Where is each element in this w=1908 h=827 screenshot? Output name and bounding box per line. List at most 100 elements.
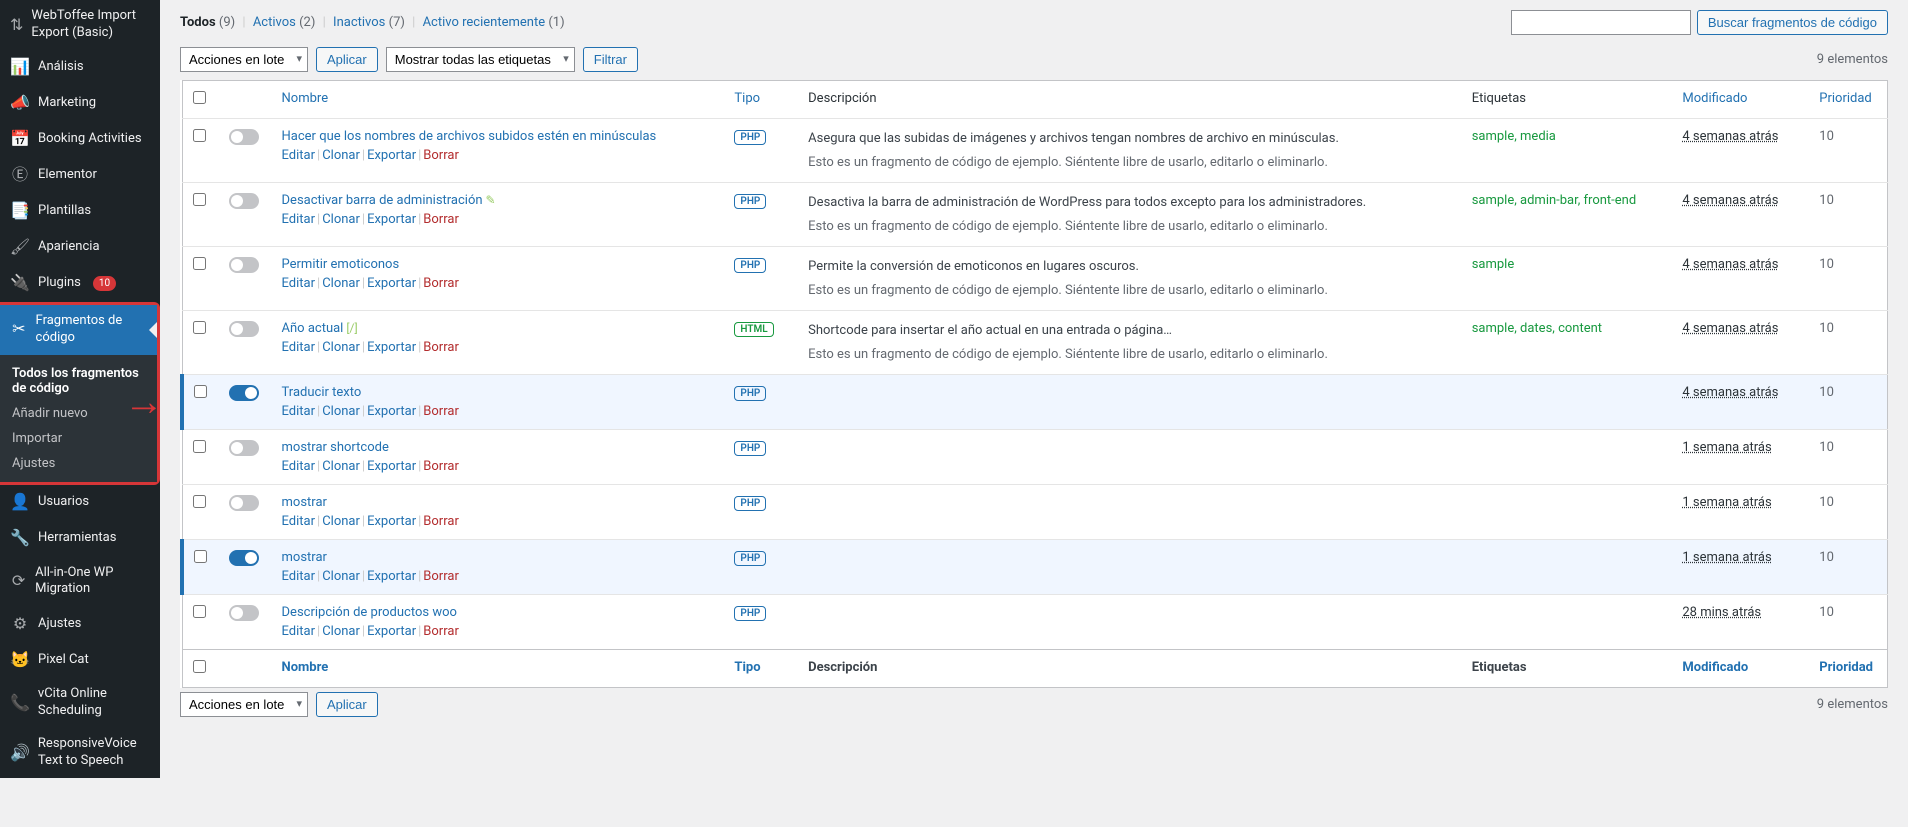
sidebar-item[interactable]: ⚙Ajustes	[0, 606, 160, 642]
filter-active[interactable]: Activos	[253, 15, 296, 30]
sidebar-item[interactable]: ✂Fragmentos de código	[0, 305, 157, 355]
filter-inactive[interactable]: Inactivos	[333, 15, 385, 30]
modified-date[interactable]: 1 semana atrás	[1682, 550, 1771, 565]
edit-link[interactable]: Editar	[282, 212, 316, 227]
sidebar-item[interactable]: 🔊ResponsiveVoice Text to Speech	[0, 728, 160, 778]
edit-link[interactable]: Editar	[282, 276, 316, 291]
edit-link[interactable]: Editar	[282, 459, 316, 474]
snippet-title-link[interactable]: Descripción de productos woo	[282, 605, 457, 620]
delete-link[interactable]: Borrar	[423, 276, 459, 291]
enable-toggle[interactable]	[229, 385, 259, 401]
enable-toggle[interactable]	[229, 605, 259, 621]
modified-date[interactable]: 4 semanas atrás	[1682, 193, 1778, 208]
sidebar-item[interactable]: 📊Análisis	[0, 50, 160, 86]
sidebar-item[interactable]: 🖌Apariencia	[0, 230, 160, 266]
row-checkbox[interactable]	[193, 257, 206, 270]
export-link[interactable]: Exportar	[367, 514, 416, 529]
export-link[interactable]: Exportar	[367, 459, 416, 474]
modified-date[interactable]: 1 semana atrás	[1682, 495, 1771, 510]
modified-date[interactable]: 4 semanas atrás	[1682, 257, 1778, 272]
sidebar-item[interactable]: ⟳All-in-One WP Migration	[0, 557, 160, 607]
delete-link[interactable]: Borrar	[423, 459, 459, 474]
clone-link[interactable]: Clonar	[322, 514, 360, 529]
export-link[interactable]: Exportar	[367, 569, 416, 584]
modified-date[interactable]: 28 mins atrás	[1682, 605, 1761, 620]
export-link[interactable]: Exportar	[367, 340, 416, 355]
header-priority[interactable]: Prioridad	[1819, 91, 1871, 106]
edit-link[interactable]: Editar	[282, 569, 316, 584]
footer-type[interactable]: Tipo	[734, 660, 760, 675]
footer-name[interactable]: Nombre	[282, 660, 329, 675]
clone-link[interactable]: Clonar	[322, 276, 360, 291]
search-button[interactable]: Buscar fragmentos de código	[1697, 10, 1888, 35]
select-all-top[interactable]	[193, 91, 206, 104]
delete-link[interactable]: Borrar	[423, 340, 459, 355]
sidebar-item[interactable]: ⇅WebToffee Import Export (Basic)	[0, 0, 160, 50]
sidebar-item[interactable]: 📣Marketing	[0, 86, 160, 122]
sidebar-item[interactable]: 👤Usuarios	[0, 485, 160, 521]
apply-button-top[interactable]: Aplicar	[316, 47, 378, 72]
apply-button-bottom[interactable]: Aplicar	[316, 692, 378, 717]
row-checkbox[interactable]	[193, 321, 206, 334]
sidebar-item[interactable]: 🐱Pixel Cat	[0, 642, 160, 678]
modified-date[interactable]: 4 semanas atrás	[1682, 385, 1778, 400]
export-link[interactable]: Exportar	[367, 276, 416, 291]
snippet-title-link[interactable]: mostrar	[282, 550, 327, 565]
enable-toggle[interactable]	[229, 193, 259, 209]
tag-filter-select[interactable]: Mostrar todas las etiquetas	[386, 47, 575, 72]
header-modified[interactable]: Modificado	[1682, 91, 1747, 106]
snippet-title-link[interactable]: Desactivar barra de administración	[282, 193, 483, 208]
enable-toggle[interactable]	[229, 495, 259, 511]
delete-link[interactable]: Borrar	[423, 514, 459, 529]
row-checkbox[interactable]	[193, 495, 206, 508]
footer-modified[interactable]: Modificado	[1682, 660, 1748, 675]
snippet-title-link[interactable]: Traducir texto	[282, 385, 362, 400]
clone-link[interactable]: Clonar	[322, 459, 360, 474]
delete-link[interactable]: Borrar	[423, 148, 459, 163]
bulk-actions-select-bottom[interactable]: Acciones en lote	[180, 692, 308, 717]
sidebar-item[interactable]: 📅Booking Activities	[0, 122, 160, 158]
modified-date[interactable]: 4 semanas atrás	[1682, 321, 1778, 336]
sidebar-item[interactable]: 📑Plantillas	[0, 194, 160, 230]
search-input[interactable]	[1511, 10, 1691, 35]
export-link[interactable]: Exportar	[367, 212, 416, 227]
sidebar-item[interactable]: 🔧Herramientas	[0, 521, 160, 557]
export-link[interactable]: Exportar	[367, 404, 416, 419]
clone-link[interactable]: Clonar	[322, 212, 360, 227]
bulk-actions-select[interactable]: Acciones en lote	[180, 47, 308, 72]
filter-button[interactable]: Filtrar	[583, 47, 638, 72]
row-checkbox[interactable]	[193, 193, 206, 206]
edit-link[interactable]: Editar	[282, 340, 316, 355]
clone-link[interactable]: Clonar	[322, 148, 360, 163]
snippet-title-link[interactable]: mostrar shortcode	[282, 440, 389, 455]
snippet-title-link[interactable]: Año actual	[282, 321, 344, 336]
snippet-title-link[interactable]: Permitir emoticonos	[282, 257, 400, 272]
enable-toggle[interactable]	[229, 440, 259, 456]
sidebar-item[interactable]: 🔌Plugins10	[0, 266, 160, 302]
select-all-bottom[interactable]	[193, 660, 206, 673]
sidebar-subitem[interactable]: Importar	[0, 426, 157, 451]
edit-link[interactable]: Editar	[282, 148, 316, 163]
edit-link[interactable]: Editar	[282, 624, 316, 639]
row-checkbox[interactable]	[194, 550, 207, 563]
row-checkbox[interactable]	[193, 129, 206, 142]
clone-link[interactable]: Clonar	[322, 340, 360, 355]
edit-link[interactable]: Editar	[282, 514, 316, 529]
sidebar-item[interactable]: 📞vCita Online Scheduling	[0, 678, 160, 728]
header-type[interactable]: Tipo	[734, 91, 760, 106]
enable-toggle[interactable]	[229, 550, 259, 566]
delete-link[interactable]: Borrar	[423, 212, 459, 227]
snippet-title-link[interactable]: mostrar	[282, 495, 327, 510]
delete-link[interactable]: Borrar	[423, 404, 459, 419]
row-checkbox[interactable]	[193, 440, 206, 453]
row-checkbox[interactable]	[194, 385, 207, 398]
filter-recent[interactable]: Activo recientemente	[423, 15, 546, 30]
delete-link[interactable]: Borrar	[423, 569, 459, 584]
clone-link[interactable]: Clonar	[322, 404, 360, 419]
export-link[interactable]: Exportar	[367, 624, 416, 639]
enable-toggle[interactable]	[229, 321, 259, 337]
delete-link[interactable]: Borrar	[423, 624, 459, 639]
row-checkbox[interactable]	[193, 605, 206, 618]
snippet-title-link[interactable]: Hacer que los nombres de archivos subido…	[282, 129, 657, 144]
header-name[interactable]: Nombre	[282, 91, 329, 106]
